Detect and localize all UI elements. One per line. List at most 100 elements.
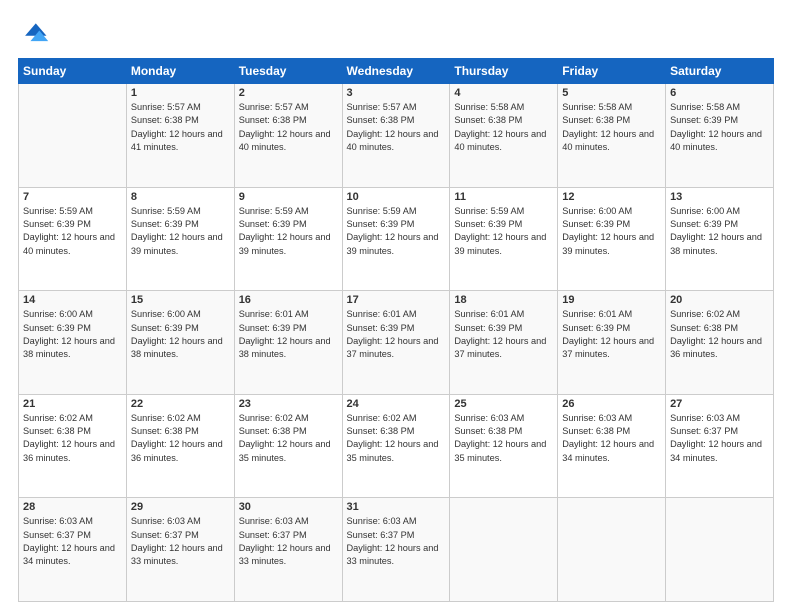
day-number: 4 [454, 87, 553, 99]
day-number: 22 [131, 398, 230, 410]
daylight-text: Daylight: 12 hours and 40 minutes. [454, 129, 546, 152]
day-detail: Sunrise: 6:03 AMSunset: 6:37 PMDaylight:… [239, 515, 338, 568]
sunset-text: Sunset: 6:38 PM [454, 426, 522, 436]
day-number: 27 [670, 398, 769, 410]
day-detail: Sunrise: 5:58 AMSunset: 6:38 PMDaylight:… [562, 101, 661, 154]
sunrise-text: Sunrise: 6:03 AM [131, 516, 201, 526]
day-detail: Sunrise: 6:00 AMSunset: 6:39 PMDaylight:… [562, 205, 661, 258]
day-detail: Sunrise: 5:58 AMSunset: 6:39 PMDaylight:… [670, 101, 769, 154]
sunset-text: Sunset: 6:38 PM [239, 426, 307, 436]
day-detail: Sunrise: 6:00 AMSunset: 6:39 PMDaylight:… [670, 205, 769, 258]
col-header-friday: Friday [558, 59, 666, 84]
sunset-text: Sunset: 6:39 PM [23, 219, 91, 229]
day-detail: Sunrise: 6:00 AMSunset: 6:39 PMDaylight:… [131, 308, 230, 361]
day-number: 24 [347, 398, 446, 410]
daylight-text: Daylight: 12 hours and 34 minutes. [670, 439, 762, 462]
sunset-text: Sunset: 6:39 PM [670, 115, 738, 125]
day-detail: Sunrise: 5:57 AMSunset: 6:38 PMDaylight:… [131, 101, 230, 154]
day-number: 17 [347, 294, 446, 306]
day-number: 1 [131, 87, 230, 99]
sunset-text: Sunset: 6:37 PM [670, 426, 738, 436]
sunrise-text: Sunrise: 6:02 AM [131, 413, 201, 423]
calendar-cell: 22Sunrise: 6:02 AMSunset: 6:38 PMDayligh… [126, 394, 234, 498]
calendar-cell: 1 Sunrise: 5:57 AMSunset: 6:38 PMDaylight… [126, 84, 234, 188]
calendar-cell: 29 Sunrise: 6:03 AM Sunset: 6:37 PM Dayligh… [126, 498, 234, 602]
daylight-text: Daylight: 12 hours and 39 minutes. [347, 232, 439, 255]
col-header-tuesday: Tuesday [234, 59, 342, 84]
day-number: 29 [131, 501, 230, 513]
sunset-text: Sunset: 6:39 PM [347, 323, 415, 333]
col-header-sunday: Sunday [19, 59, 127, 84]
day-number: 28 [23, 501, 122, 513]
daylight-text: Daylight: 12 hours and 33 minutes. [131, 543, 223, 566]
sunset-text: Sunset: 6:37 PM [347, 530, 415, 540]
sunset-text: Sunset: 6:39 PM [131, 323, 199, 333]
daylight-text: Daylight: 12 hours and 38 minutes. [670, 232, 762, 255]
sunrise-text: Sunrise: 6:03 AM [347, 516, 417, 526]
sunrise-text: Sunrise: 5:59 AM [239, 206, 309, 216]
daylight-text: Daylight: 12 hours and 40 minutes. [347, 129, 439, 152]
calendar-cell: 20Sunrise: 6:02 AMSunset: 6:38 PMDayligh… [666, 291, 774, 395]
day-number: 25 [454, 398, 553, 410]
sunrise-text: Sunrise: 6:03 AM [670, 413, 740, 423]
sunrise-text: Sunrise: 5:59 AM [454, 206, 524, 216]
calendar-week-row: 28Sunrise: 6:03 AMSunset: 6:37 PMDayligh… [19, 498, 774, 602]
sunset-text: Sunset: 6:37 PM [131, 530, 199, 540]
sunrise-text: Sunrise: 6:00 AM [562, 206, 632, 216]
sunrise-text: Sunrise: 6:03 AM [562, 413, 632, 423]
calendar-cell [558, 498, 666, 602]
sunset-text: Sunset: 6:38 PM [562, 426, 630, 436]
day-detail: Sunrise: 5:58 AMSunset: 6:38 PMDaylight:… [454, 101, 553, 154]
sunset-text: Sunset: 6:39 PM [239, 323, 307, 333]
day-number: 6 [670, 87, 769, 99]
day-detail: Sunrise: 5:59 AMSunset: 6:39 PMDaylight:… [131, 205, 230, 258]
sunrise-text: Sunrise: 6:01 AM [347, 309, 417, 319]
calendar-cell: 7Sunrise: 5:59 AMSunset: 6:39 PMDaylight… [19, 187, 127, 291]
daylight-text: Daylight: 12 hours and 40 minutes. [23, 232, 115, 255]
sunrise-text: Sunrise: 5:57 AM [347, 102, 417, 112]
daylight-text: Daylight: 12 hours and 39 minutes. [454, 232, 546, 255]
sunrise-text: Sunrise: 5:59 AM [131, 206, 201, 216]
sunset-text: Sunset: 6:37 PM [23, 530, 91, 540]
sunset-text: Sunset: 6:38 PM [131, 115, 199, 125]
daylight-text: Daylight: 12 hours and 33 minutes. [239, 543, 331, 566]
daylight-text: Daylight: 12 hours and 37 minutes. [454, 336, 546, 359]
day-number: 20 [670, 294, 769, 306]
day-detail: Sunrise: 5:59 AMSunset: 6:39 PMDaylight:… [347, 205, 446, 258]
calendar-cell: 24Sunrise: 6:02 AMSunset: 6:38 PMDayligh… [342, 394, 450, 498]
day-detail: Sunrise: 6:03 AM Sunset: 6:37 PM Daylight:… [670, 412, 769, 465]
daylight-text: Daylight: 12 hours and 37 minutes. [347, 336, 439, 359]
sunrise-text: Sunrise: 5:59 AM [23, 206, 93, 216]
calendar-cell: 13 Sunrise: 6:00 AMSunset: 6:39 PMDayligh… [666, 187, 774, 291]
sunrise-text: Sunrise: 6:01 AM [239, 309, 309, 319]
sunset-text: Sunset: 6:38 PM [670, 323, 738, 333]
day-number: 18 [454, 294, 553, 306]
sunrise-text: Sunrise: 5:57 AM [239, 102, 309, 112]
day-number: 21 [23, 398, 122, 410]
day-number: 2 [239, 87, 338, 99]
calendar-cell [666, 498, 774, 602]
sunset-text: Sunset: 6:39 PM [239, 219, 307, 229]
calendar-cell: 2 Sunrise: 5:57 AMSunset: 6:38 PMDaylight… [234, 84, 342, 188]
day-number: 31 [347, 501, 446, 513]
calendar-cell: 8Sunrise: 5:59 AMSunset: 6:39 PMDaylight… [126, 187, 234, 291]
calendar-cell: 3Sunrise: 5:57 AMSunset: 6:38 PMDaylight… [342, 84, 450, 188]
day-detail: Sunrise: 5:57 AMSunset: 6:38 PMDaylight:… [239, 101, 338, 154]
daylight-text: Daylight: 12 hours and 34 minutes. [23, 543, 115, 566]
daylight-text: Daylight: 12 hours and 38 minutes. [239, 336, 331, 359]
sunset-text: Sunset: 6:38 PM [347, 426, 415, 436]
col-header-monday: Monday [126, 59, 234, 84]
calendar-cell [19, 84, 127, 188]
day-detail: Sunrise: 6:03 AMSunset: 6:38 PMDaylight:… [562, 412, 661, 465]
daylight-text: Daylight: 12 hours and 40 minutes. [562, 129, 654, 152]
day-number: 13 [670, 191, 769, 203]
calendar-header-row: SundayMondayTuesdayWednesdayThursdayFrid… [19, 59, 774, 84]
sunset-text: Sunset: 6:38 PM [131, 426, 199, 436]
day-detail: Sunrise: 5:59 AMSunset: 6:39 PMDaylight:… [239, 205, 338, 258]
sunrise-text: Sunrise: 6:00 AM [23, 309, 93, 319]
day-number: 15 [131, 294, 230, 306]
logo [18, 18, 54, 50]
calendar-week-row: 1Sunrise: 5:57 AMSunset: 6:38 PMDaylight… [19, 84, 774, 188]
col-header-saturday: Saturday [666, 59, 774, 84]
daylight-text: Daylight: 12 hours and 37 minutes. [562, 336, 654, 359]
